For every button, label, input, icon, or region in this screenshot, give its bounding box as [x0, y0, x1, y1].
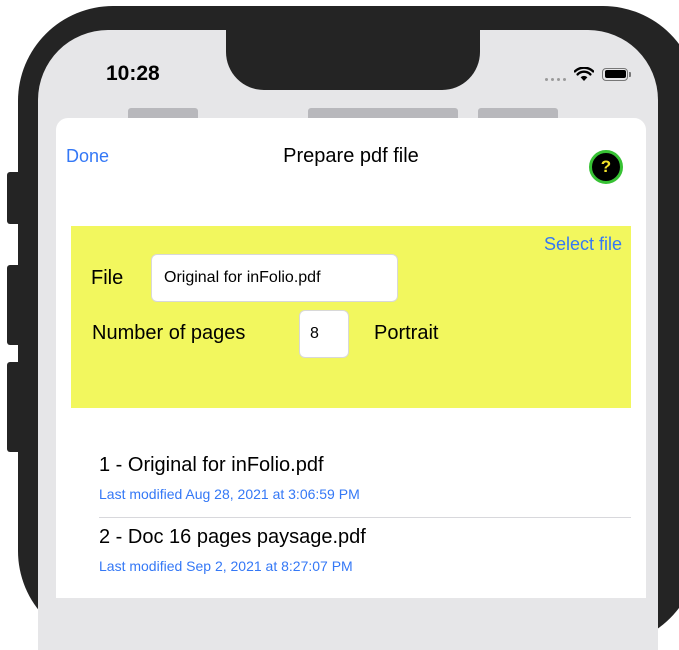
- prepare-pdf-sheet: Done Prepare pdf file ? Select file File…: [56, 118, 646, 598]
- help-button[interactable]: ?: [589, 150, 623, 184]
- file-item-date: Last modified Sep 2, 2021 at 8:27:07 PM: [99, 558, 353, 574]
- select-file-button[interactable]: Select file: [544, 234, 622, 255]
- orientation-label: Portrait: [374, 322, 439, 344]
- divider: [99, 517, 631, 518]
- status-icons: [545, 64, 631, 84]
- sheet-title: Prepare pdf file: [283, 145, 419, 167]
- notch: [226, 30, 480, 90]
- file-label: File: [91, 267, 124, 289]
- file-item-name: 2 - Doc 16 pages paysage.pdf: [99, 526, 366, 548]
- status-time: 10:28: [106, 62, 160, 85]
- side-button-volume-up: [7, 265, 21, 345]
- file-settings-panel: Select file File Number of pages Portrai…: [71, 226, 631, 408]
- question-mark-icon: ?: [600, 157, 612, 176]
- file-name-input[interactable]: [151, 254, 398, 302]
- file-item-name: 1 - Original for inFolio.pdf: [99, 454, 324, 476]
- pages-label: Number of pages: [92, 322, 246, 344]
- pages-count-input[interactable]: [299, 310, 349, 358]
- side-button-volume-down: [7, 362, 21, 452]
- battery-icon: [602, 67, 631, 81]
- file-item-date: Last modified Aug 28, 2021 at 3:06:59 PM: [99, 486, 360, 502]
- wifi-icon: [574, 66, 594, 81]
- list-item[interactable]: 1 - Original for inFolio.pdf Last modifi…: [99, 448, 631, 520]
- list-item[interactable]: 2 - Doc 16 pages paysage.pdf Last modifi…: [99, 520, 631, 592]
- cellular-signal-icon: [545, 67, 566, 81]
- side-button-silent: [7, 172, 21, 224]
- file-list: 1 - Original for inFolio.pdf Last modifi…: [99, 448, 631, 592]
